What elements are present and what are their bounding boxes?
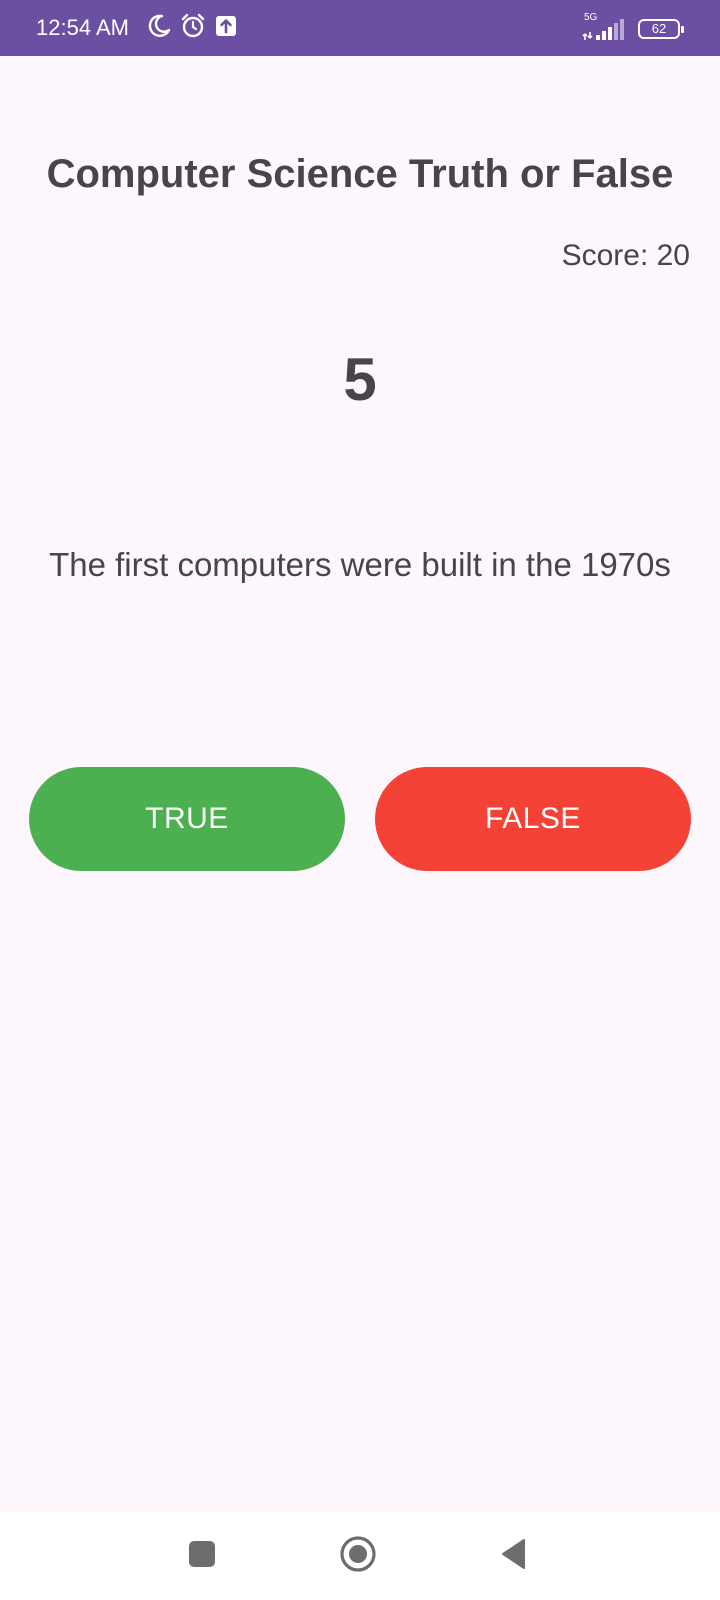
recents-icon	[188, 1540, 216, 1573]
score-label: Score: 20	[561, 239, 690, 272]
battery-icon: 62	[638, 19, 684, 39]
upload-icon	[214, 14, 238, 43]
status-icons-right: 5G 62	[582, 12, 684, 42]
navigation-bar	[0, 1512, 720, 1600]
back-icon	[500, 1538, 528, 1575]
moon-icon	[146, 13, 172, 44]
alarm-icon	[180, 13, 206, 44]
page-title: Computer Science Truth or False	[46, 152, 674, 196]
battery-level: 62	[651, 21, 667, 36]
true-button[interactable]: TRUE	[29, 767, 345, 871]
home-button[interactable]	[334, 1532, 382, 1580]
status-icons-left	[146, 13, 238, 44]
home-icon	[339, 1535, 377, 1578]
recents-button[interactable]	[178, 1532, 226, 1580]
false-button[interactable]: FALSE	[375, 767, 691, 871]
back-button[interactable]	[490, 1532, 538, 1580]
status-time: 12:54 AM	[36, 15, 129, 40]
question-text: The first computers were built in the 19…	[49, 546, 671, 583]
signal-icon: 5G	[582, 12, 628, 42]
countdown-timer: 5	[343, 346, 377, 413]
status-bar: 12:54 AM 5G 62	[0, 0, 720, 56]
